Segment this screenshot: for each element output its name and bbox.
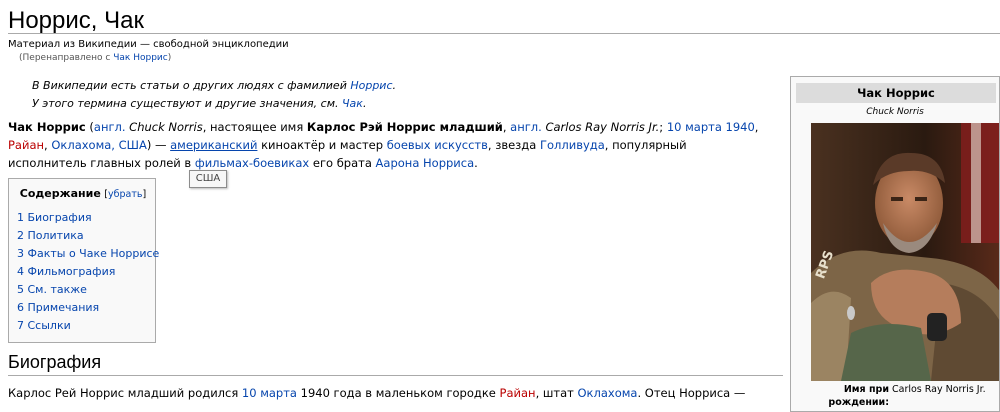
toc-link[interactable]: 4 Фильмография — [17, 265, 115, 278]
text: киноактёр и мастер — [257, 138, 387, 152]
redirect-source-link[interactable]: Чак Норрис — [113, 53, 167, 63]
text: ) — — [146, 138, 171, 152]
toc-link[interactable]: 2 Политика — [17, 229, 84, 242]
portrait-photo[interactable]: RPS — [811, 123, 1000, 381]
section-heading-biography: Биография — [8, 352, 102, 372]
full-name-english: Carlos Ray Norris Jr. — [545, 120, 660, 134]
toc-item-facts: 3 Факты о Чаке Норрисе — [17, 245, 159, 263]
hatnote-text: У этого термина существуют и другие знач… — [32, 97, 342, 110]
toc-header: Содержание [убрать] — [9, 187, 157, 200]
hatnote-surname-link[interactable]: Норрис — [350, 79, 392, 92]
toc-item-filmography: 4 Фильмография — [17, 263, 159, 281]
text: , звезда — [487, 138, 540, 152]
biography-paragraph: Карлос Рей Норрис младший родился 10 мар… — [8, 384, 768, 402]
text: его брата — [309, 156, 376, 170]
text: 1940 года в маленьком городке — [296, 386, 500, 400]
toc-toggle-close: ] — [142, 189, 147, 200]
martial-arts-link[interactable]: боевых искусств — [387, 138, 488, 152]
text: . — [474, 156, 478, 170]
toc-item-politics: 2 Политика — [17, 227, 159, 245]
hatnote-end: . — [362, 97, 367, 110]
birth-town-link[interactable]: Райан — [8, 138, 44, 152]
redirect-note: (Перенаправлено с Чак Норрис) — [19, 52, 171, 64]
page-title: Норрис, Чак — [8, 7, 144, 34]
toc-item-see-also: 5 См. также — [17, 281, 159, 299]
birth-state-link[interactable]: Оклахома, США — [51, 138, 146, 152]
brother-link[interactable]: Аарона Норриса — [376, 156, 475, 170]
hatnote-surname: В Википедии есть статьи о других людях с… — [32, 78, 396, 94]
text: , штат — [535, 386, 578, 400]
birth-town-link[interactable]: Райан — [500, 386, 536, 400]
redirect-prefix: (Перенаправлено с — [19, 53, 114, 63]
infobox-title: Чак Норрис — [796, 83, 996, 103]
text: . Отец Норриса — — [637, 386, 746, 400]
link-tooltip: США — [189, 170, 227, 188]
toc-item-notes: 6 Примечания — [17, 299, 159, 317]
toc-toggle: [убрать] — [104, 189, 146, 200]
toc-item-biography: 1 Биография — [17, 209, 159, 227]
toc-link[interactable]: 7 Ссылки — [17, 319, 71, 332]
section-divider — [8, 375, 783, 376]
infobox-subtitle: Chuck Norris — [866, 107, 924, 117]
redirect-suffix: ) — [167, 53, 172, 63]
text: ( — [85, 120, 94, 134]
title-divider — [8, 33, 1000, 34]
hatnote-text: В Википедии есть статьи о других людях с… — [32, 79, 351, 92]
birth-state-link[interactable]: Оклахома — [578, 386, 638, 400]
subject-name: Чак Норрис — [8, 120, 86, 134]
birth-date-link[interactable]: 10 марта — [242, 386, 297, 400]
nationality-link[interactable]: американский — [170, 138, 257, 152]
infobox: Чак Норрис Chuck Norris RPS Имя при рожд… — [790, 76, 1000, 412]
text: Карлос Рей Норрис младший родился — [8, 386, 242, 400]
action-films-link[interactable]: фильмах-боевиках — [195, 156, 309, 170]
english-lang-link[interactable]: англ. — [510, 120, 542, 134]
toc-title: Содержание — [19, 187, 101, 200]
toc-hide-button[interactable]: убрать — [108, 189, 142, 200]
english-name: Chuck Norris — [129, 120, 203, 134]
text: ; — [659, 120, 667, 134]
toc-item-links: 7 Ссылки — [17, 317, 159, 335]
hatnote-end: . — [392, 79, 397, 92]
table-of-contents: Содержание [убрать] 1 Биография 2 Полити… — [8, 178, 159, 343]
site-subtitle: Материал из Википедии — свободной энцикл… — [8, 39, 289, 50]
infobox-value: Carlos Ray Norris Jr. — [892, 384, 986, 395]
toc-link[interactable]: 6 Примечания — [17, 301, 99, 314]
birth-date-link[interactable]: 10 марта 1940 — [667, 120, 755, 134]
text: , — [754, 120, 759, 134]
lead-paragraph: Чак Норрис (англ. Chuck Norris, настояще… — [8, 118, 768, 172]
full-name: Карлос Рэй Норрис младший — [306, 120, 503, 134]
toc-link[interactable]: 1 Биография — [17, 211, 92, 224]
infobox-label: Имя при рождении: — [828, 384, 889, 408]
toc-list: 1 Биография 2 Политика 3 Факты о Чаке Но… — [17, 209, 159, 335]
toc-link[interactable]: 5 См. также — [17, 283, 87, 296]
hatnote-disambiguation: У этого термина существуют и другие знач… — [32, 96, 366, 112]
text: , настоящее имя — [202, 120, 307, 134]
toc-link[interactable]: 3 Факты о Чаке Норрисе — [17, 247, 159, 260]
hollywood-link[interactable]: Голливуда — [540, 138, 605, 152]
english-lang-link[interactable]: англ. — [94, 120, 126, 134]
hatnote-disambiguation-link[interactable]: Чак — [342, 97, 363, 110]
